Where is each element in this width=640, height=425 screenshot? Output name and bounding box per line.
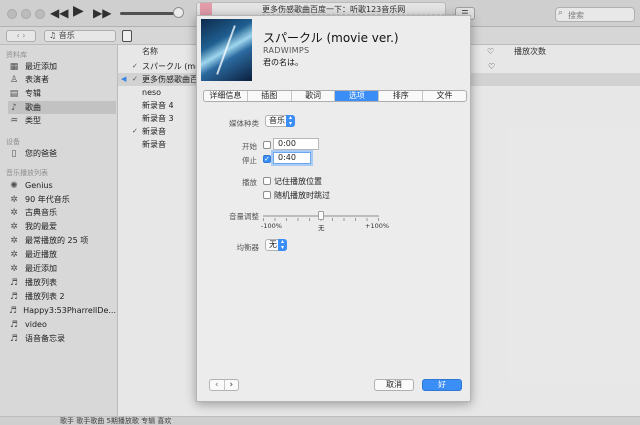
volume-adjust-knob[interactable] <box>318 211 324 220</box>
media-kind-label: 媒体种类 <box>229 119 259 128</box>
tab-options[interactable]: 选项 <box>335 91 380 101</box>
ok-button[interactable]: 好 <box>422 379 462 391</box>
volume-adjust-label: 音量调整 <box>229 212 259 221</box>
tab-lyrics[interactable]: 歌词 <box>292 91 336 101</box>
stop-label: 停止 <box>242 156 257 165</box>
equalizer-label: 均衡器 <box>236 243 260 252</box>
media-kind-select[interactable]: 音乐 ▴ ▾ <box>265 115 295 127</box>
tab-bar: 详细信息 插图 歌词 选项 排序 文件 <box>203 90 467 102</box>
tab-sorting[interactable]: 排序 <box>379 91 424 101</box>
volume-mid-label: 无 <box>318 224 325 232</box>
chevron-updown-icon: ▴ ▾ <box>278 239 287 251</box>
equalizer-select[interactable]: 无 ▴ ▾ <box>265 239 287 251</box>
media-kind-value: 音乐 <box>269 116 285 125</box>
chevron-updown-icon: ▴ ▾ <box>286 115 295 127</box>
remember-position-label: 记住播放位置 <box>274 177 322 186</box>
song-info-dialog: スパークル (movie ver.) RADWIMPS 君の名は。 详细信息 插… <box>196 15 471 402</box>
volume-max-label: +100% <box>365 222 390 230</box>
stop-time-field[interactable]: 0:40 <box>273 152 311 164</box>
song-artist: RADWIMPS <box>263 46 310 55</box>
start-label: 开始 <box>242 142 257 151</box>
tab-details[interactable]: 详细信息 <box>204 91 248 101</box>
playback-label: 播放 <box>242 178 257 187</box>
remember-position-checkbox[interactable] <box>263 177 271 185</box>
skip-shuffle-label: 随机播放时跳过 <box>274 191 330 200</box>
volume-min-label: -100% <box>261 222 282 230</box>
equalizer-value: 无 <box>269 240 277 249</box>
skip-shuffle-checkbox[interactable] <box>263 191 271 199</box>
stop-checkbox[interactable]: ✓ <box>263 155 271 163</box>
cancel-button[interactable]: 取消 <box>374 379 414 391</box>
previous-song-icon[interactable]: ‹ <box>210 380 224 390</box>
album-artwork <box>201 19 252 81</box>
prev-next-song-buttons: ‹ › <box>209 379 239 391</box>
song-album: 君の名は。 <box>263 58 303 67</box>
start-checkbox[interactable] <box>263 141 271 149</box>
next-song-icon[interactable]: › <box>223 380 239 390</box>
tab-file[interactable]: 文件 <box>423 91 466 101</box>
start-time-field[interactable]: 0:00 <box>273 138 319 150</box>
tab-artwork[interactable]: 插图 <box>248 91 292 101</box>
song-title: スパークル (movie ver.) <box>263 31 399 45</box>
